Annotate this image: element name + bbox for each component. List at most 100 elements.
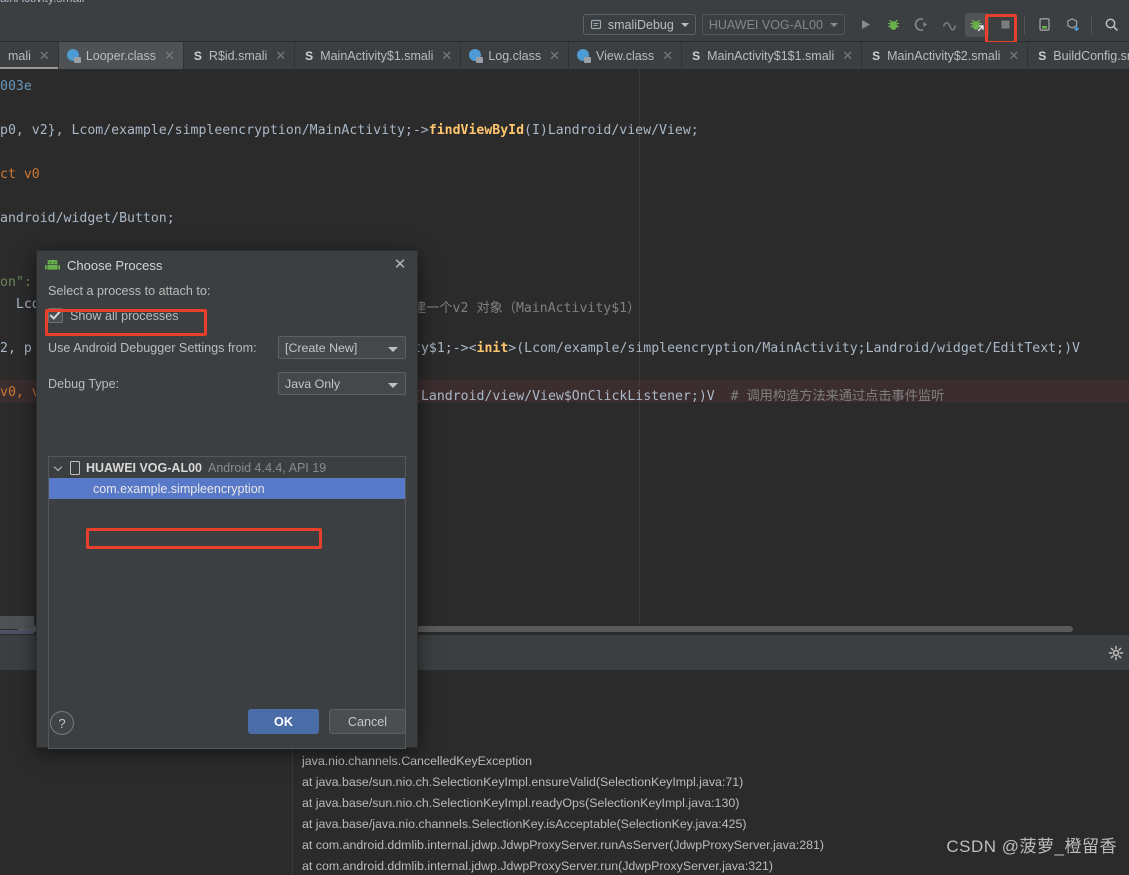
ide-window: ainActivity.smali smaliDebug HUAWEI VOG-…	[0, 0, 1129, 875]
tab-label: MainActivity$2.smali	[887, 48, 1001, 63]
tool-window-stripe	[0, 616, 34, 629]
gear-icon[interactable]	[1108, 645, 1124, 661]
chevron-down-icon[interactable]	[55, 463, 64, 472]
device-name: HUAWEI VOG-AL00	[86, 460, 202, 475]
smali-file-icon: S	[1038, 48, 1047, 63]
tab-looper-class[interactable]: Looper.class ✕	[58, 42, 184, 69]
close-icon[interactable]: ✕	[164, 48, 175, 64]
toolbar-icon-group	[851, 8, 1129, 41]
profile-icon[interactable]	[937, 13, 961, 37]
show-all-processes-row[interactable]: Show all processes	[48, 308, 406, 323]
code-line: Lco	[0, 297, 40, 312]
editor-tab-bar: mali ✕ Looper.class ✕ S R$id.smali ✕ S M…	[0, 42, 1129, 69]
chevron-down-icon	[680, 22, 689, 27]
code-line: ty$1;-><init>(Lcom/example/simpleencrypt…	[413, 341, 1080, 356]
console-line: at java.base/sun.nio.ch.SelectionKeyImpl…	[302, 775, 744, 789]
debugger-settings-row: Use Android Debugger Settings from: [Cre…	[48, 336, 406, 359]
chevron-down-icon	[388, 347, 398, 352]
device-label: HUAWEI VOG-AL00	[708, 17, 823, 32]
code-line: 建一个v2 对象（MainActivity$1）	[413, 301, 641, 316]
close-icon[interactable]: ✕	[662, 48, 673, 64]
debug-icon[interactable]	[881, 13, 905, 37]
debugger-settings-label: Use Android Debugger Settings from:	[48, 340, 257, 355]
tab-label: Log.class	[488, 48, 542, 63]
breadcrumb-text: ainActivity.smali	[0, 0, 84, 5]
sdk-manager-icon[interactable]	[1060, 13, 1084, 37]
help-button[interactable]: ?	[50, 711, 74, 735]
console-line: java.nio.channels.CancelledKeyException	[302, 754, 533, 768]
cancel-button[interactable]: Cancel	[329, 709, 406, 734]
process-list-item[interactable]: com.example.simpleencryption	[49, 478, 405, 499]
console-line: at com.android.ddmlib.internal.jdwp.Jdwp…	[302, 859, 774, 873]
choose-process-dialog: Choose Process ✕ Select a process to att…	[36, 250, 418, 749]
stop-icon[interactable]	[993, 13, 1017, 37]
toolbar-right-group: smaliDebug HUAWEI VOG-AL00	[582, 8, 1129, 41]
tab-mainactivity1-smali[interactable]: S MainActivity$1.smali ✕	[295, 42, 462, 69]
tab-label: R$id.smali	[208, 48, 268, 63]
run-configuration-selector[interactable]: smaliDebug	[582, 14, 696, 35]
run-config-label: smaliDebug	[607, 17, 674, 32]
chevron-down-icon	[388, 383, 398, 388]
close-icon[interactable]: ✕	[392, 257, 408, 273]
chevron-down-icon	[830, 22, 838, 27]
show-all-processes-checkbox[interactable]	[48, 308, 63, 323]
main-toolbar: smaliDebug HUAWEI VOG-AL00	[0, 8, 1129, 44]
close-icon[interactable]: ✕	[842, 48, 853, 64]
debug-type-value: Java Only	[285, 376, 341, 391]
search-everywhere-icon[interactable]	[1099, 13, 1123, 37]
close-icon[interactable]: ✕	[39, 48, 50, 64]
close-icon[interactable]: ✕	[441, 48, 452, 64]
tab-mainactivity1-1-smali[interactable]: S MainActivity$1$1.smali ✕	[682, 42, 863, 69]
debug-type-select[interactable]: Java Only	[278, 372, 406, 395]
tab-label: BuildConfig.sma	[1053, 48, 1129, 63]
run-coverage-icon[interactable]	[909, 13, 933, 37]
tab-mali[interactable]: mali ✕	[0, 42, 59, 69]
console-line: at com.android.ddmlib.internal.jdwp.Jdwp…	[302, 838, 825, 852]
device-meta: Android 4.4.4, API 19	[208, 460, 327, 475]
code-line: ct v0	[0, 167, 40, 182]
attach-debugger-icon[interactable]	[965, 12, 989, 37]
close-icon[interactable]: ✕	[1008, 48, 1019, 64]
tab-mainactivity2-smali[interactable]: S MainActivity$2.smali ✕	[862, 42, 1029, 69]
run-icon[interactable]	[853, 13, 877, 37]
tab-view-class[interactable]: View.class ✕	[569, 42, 683, 69]
code-line: v0, v	[0, 385, 40, 400]
run-config-icon	[590, 18, 603, 31]
dialog-title-bar: Choose Process ✕	[37, 251, 417, 279]
close-icon[interactable]: ✕	[275, 48, 286, 64]
class-file-icon	[577, 48, 592, 63]
code-line: (Landroid/view/View$OnClickListener;)V #…	[413, 389, 945, 404]
smali-file-icon: S	[305, 48, 314, 63]
dialog-instruction: Select a process to attach to:	[48, 284, 211, 298]
toolbar-divider	[1024, 15, 1025, 34]
close-icon[interactable]: ✕	[549, 48, 560, 64]
tab-log-class[interactable]: Log.class ✕	[461, 42, 570, 69]
device-manager-icon[interactable]	[1032, 13, 1056, 37]
debugger-settings-value: [Create New]	[285, 340, 358, 355]
code-line: p0, v2}, Lcom/example/simpleencryption/M…	[0, 123, 699, 138]
dialog-footer: ? OK Cancel	[37, 701, 417, 747]
code-line: 003e	[0, 79, 32, 94]
ok-button[interactable]: OK	[248, 709, 319, 734]
breadcrumb: ainActivity.smali	[0, 0, 1129, 8]
smali-file-icon: S	[692, 48, 701, 63]
watermark: CSDN @菠萝_橙留香	[946, 837, 1117, 856]
debugger-settings-select[interactable]: [Create New]	[278, 336, 406, 359]
tab-rid-smali[interactable]: S R$id.smali ✕	[184, 42, 296, 69]
tab-buildconfig-smali[interactable]: S BuildConfig.sma	[1028, 42, 1129, 69]
tab-label: mali	[8, 48, 31, 63]
tab-label: MainActivity$1.smali	[320, 48, 434, 63]
class-file-icon	[469, 48, 484, 63]
smali-file-icon: S	[872, 48, 881, 63]
smali-file-icon: S	[193, 48, 202, 63]
tab-label: View.class	[596, 48, 655, 63]
process-name: com.example.simpleencryption	[93, 481, 265, 496]
android-robot-icon	[45, 258, 60, 271]
code-line: android/widget/Button;	[0, 211, 175, 226]
device-node[interactable]: HUAWEI VOG-AL00 Android 4.4.4, API 19	[49, 457, 405, 478]
device-icon	[70, 460, 80, 475]
device-selector[interactable]: HUAWEI VOG-AL00	[701, 14, 845, 35]
tab-label: MainActivity$1$1.smali	[707, 48, 835, 63]
console-line: at java.base/sun.nio.ch.SelectionKeyImpl…	[302, 796, 740, 810]
debug-type-row: Debug Type: Java Only	[48, 372, 406, 395]
